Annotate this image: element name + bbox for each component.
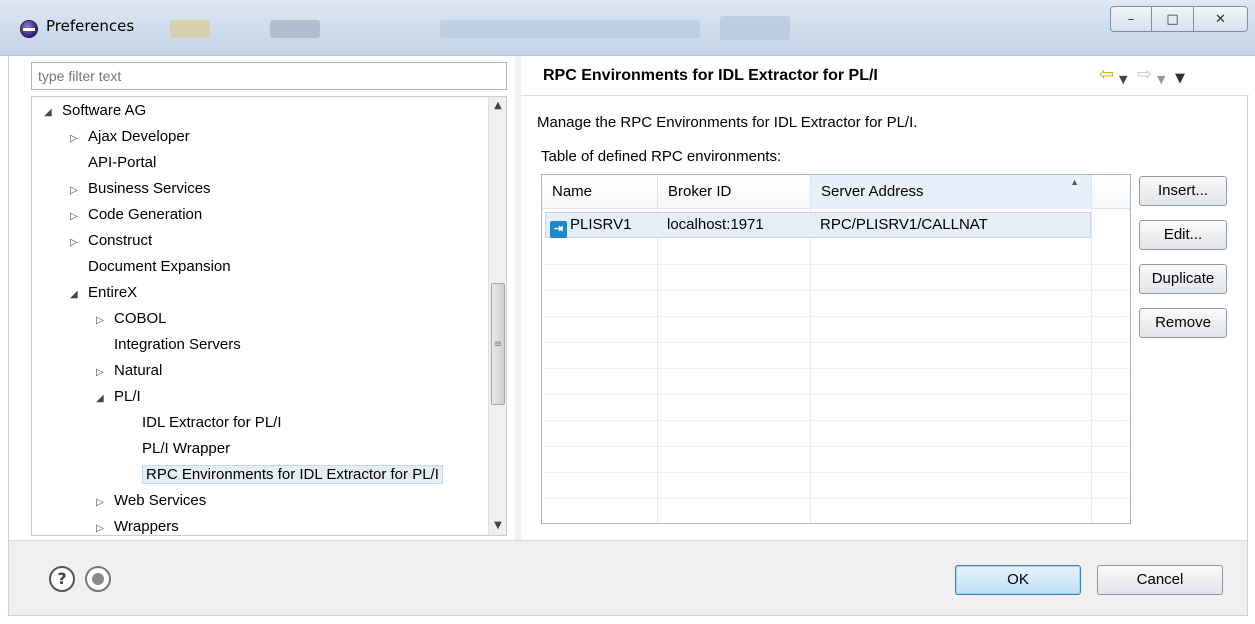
tree-item[interactable]: ▷ Web Services [96,488,206,514]
tree-item[interactable]: Document Expansion [70,254,231,280]
tree-item[interactable]: ▷ COBOL [96,306,167,332]
tree-item[interactable]: API-Portal [70,150,156,176]
blurred-toolbar-strip [440,20,700,38]
column-header-broker-id[interactable]: Broker ID [658,175,811,209]
cell-name: ⇥ PLISRV1 [550,213,632,238]
tree-item-label: Natural [114,362,163,379]
scroll-thumb[interactable]: ≡ [491,283,505,405]
tree-item-label: Web Services [114,492,207,509]
expand-arrow-icon[interactable]: ▷ [70,230,88,256]
back-dropdown-icon[interactable]: ▼ [1119,69,1127,91]
tree-item[interactable]: PL/I Wrapper [124,436,230,462]
page-title: RPC Environments for IDL Extractor for P… [543,67,878,84]
minimize-button[interactable]: – [1110,6,1152,32]
tree-scrollbar[interactable]: ▲ ≡ ▼ [488,97,506,535]
record-macro-icon[interactable] [85,566,111,592]
cancel-button[interactable]: Cancel [1097,565,1223,595]
remove-button[interactable]: Remove [1139,308,1227,338]
eclipse-app-icon [20,20,38,38]
rpc-environment-icon: ⇥ [550,221,567,238]
window-title: Preferences [46,17,135,35]
tree-item-label: Document Expansion [88,258,231,275]
collapse-arrow-icon[interactable]: ◢ [44,100,62,126]
page-description: Manage the RPC Environments for IDL Extr… [537,114,918,131]
tree-item-label: Code Generation [88,206,203,223]
expand-arrow-icon[interactable]: ▷ [96,490,114,516]
expand-arrow-icon[interactable]: ▷ [70,178,88,204]
tree-item-label: EntireX [88,284,138,301]
blurred-toolbar-icon [170,20,210,38]
collapse-arrow-icon[interactable]: ◢ [70,282,88,308]
expand-arrow-icon[interactable]: ▷ [70,126,88,152]
cell-server-address: RPC/PLISRV1/CALLNAT [820,216,988,233]
expand-arrow-icon[interactable]: ▷ [96,360,114,386]
edit-button[interactable]: Edit... [1139,220,1227,250]
tree-item-label: Integration Servers [114,336,241,353]
help-icon[interactable]: ? [49,566,75,592]
tree-item[interactable]: ◢ EntireX [70,280,137,306]
page-header: RPC Environments for IDL Extractor for P… [521,56,1249,96]
forward-arrow-icon[interactable]: ⇨ [1137,64,1152,86]
expand-arrow-icon[interactable]: ▷ [96,308,114,334]
panel-splitter[interactable] [515,56,521,540]
table-header: Name Broker ID Server Address ▲ [542,175,1130,209]
tree-item[interactable]: ▷ Code Generation [70,202,202,228]
maximize-button[interactable]: □ [1152,6,1194,32]
tree-item[interactable]: ▷ Natural [96,358,162,384]
expand-arrow-icon[interactable]: ▷ [96,516,114,535]
tree-item[interactable]: ▷ Wrappers [96,514,179,535]
tree-item-label: Ajax Developer [88,128,190,145]
blurred-toolbar-icon [270,20,320,38]
forward-dropdown-icon[interactable]: ▼ [1157,69,1165,91]
table-row[interactable]: ⇥ PLISRV1 localhost:1971 RPC/PLISRV1/CALL… [545,212,1091,238]
column-header-name[interactable]: Name [542,175,658,209]
tree-item-label: Wrappers [114,518,179,535]
tree-item[interactable]: ◢ PL/I [96,384,141,410]
tree-item-label: RPC Environments for IDL Extractor for P… [142,465,443,484]
view-menu-icon[interactable]: ▼ [1175,68,1185,90]
tree-item[interactable]: RPC Environments for IDL Extractor for P… [124,462,443,488]
filter-input[interactable] [31,62,507,90]
column-header-server-address-label: Server Address [821,183,924,200]
title-bar: Preferences – □ ✕ [0,0,1255,56]
tree-item[interactable]: IDL Extractor for PL/I [124,410,282,436]
expand-arrow-icon[interactable]: ▷ [70,204,88,230]
duplicate-button[interactable]: Duplicate [1139,264,1227,294]
scroll-up-arrow-icon[interactable]: ▲ [489,97,506,115]
collapse-arrow-icon[interactable]: ◢ [96,386,114,412]
tree-item[interactable]: ◢ Software AG [44,98,146,124]
close-button[interactable]: ✕ [1194,6,1248,32]
table-caption: Table of defined RPC environments: [541,148,782,165]
preferences-tree[interactable]: ▷ Wrappers ▷ Web Services RPC Environments f… [31,96,507,536]
column-header-server-address[interactable]: Server Address ▲ [811,175,1092,209]
scroll-down-arrow-icon[interactable]: ▼ [489,517,506,535]
tree-item-label: Construct [88,232,153,249]
tree-item-label: PL/I [114,388,141,405]
tree-item-label: API-Portal [88,154,157,171]
preferences-dialog: ▷Wrappers▷Web ServicesRPC Environments f… [8,56,1249,616]
tree-item-label: Business Services [88,180,211,197]
cell-broker-id: localhost:1971 [667,216,764,233]
tree-item[interactable]: ▷ Business Services [70,176,211,202]
sort-ascending-icon: ▲ [1070,177,1079,187]
tree-item[interactable]: ▷ Construct [70,228,152,254]
tree-item-label: COBOL [114,310,167,327]
cell-name-text: PLISRV1 [570,216,632,233]
ok-button[interactable]: OK [955,565,1081,595]
back-arrow-icon[interactable]: ⇦ [1099,64,1114,86]
tree-item[interactable]: Integration Servers [96,332,241,358]
blurred-toolbar-strip [720,16,790,40]
insert-button[interactable]: Insert... [1139,176,1227,206]
tree-item-label: IDL Extractor for PL/I [142,414,282,431]
rpc-environments-table[interactable]: Name Broker ID Server Address ▲ ⇥ PLISRV1… [541,174,1131,524]
tree-item-label: Software AG [62,102,147,119]
tree-item-label: PL/I Wrapper [142,440,231,457]
tree-item[interactable]: ▷ Ajax Developer [70,124,190,150]
